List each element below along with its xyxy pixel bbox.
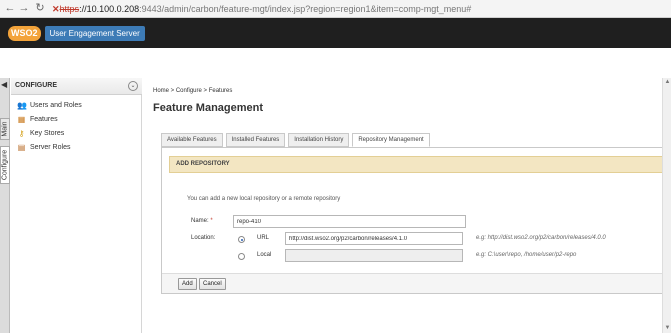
sidebar-item-label: Key Stores bbox=[30, 129, 65, 137]
insecure-lock-icon: ✕ bbox=[52, 4, 60, 14]
page-title: Feature Management bbox=[153, 102, 264, 114]
panel-header: ADD REPOSITORY bbox=[169, 156, 671, 173]
feature-tabs: Available Features Installed Features In… bbox=[161, 133, 433, 147]
local-path-input[interactable] bbox=[285, 249, 463, 262]
sidebar-item-label: Features bbox=[30, 115, 58, 123]
sidebar: CONFIGURE ⌄ 👥 Users and Roles ▦ Features… bbox=[11, 78, 142, 333]
tab-repository-management[interactable]: Repository Management bbox=[352, 133, 430, 147]
url-https: https bbox=[59, 4, 80, 14]
local-label: Local bbox=[257, 252, 272, 258]
chevron-down-icon[interactable]: ⌄ bbox=[128, 81, 138, 91]
collapse-arrow-icon[interactable]: ◀ bbox=[1, 80, 9, 90]
key-icon: ⚷ bbox=[18, 128, 25, 138]
back-arrow-icon[interactable]: ← bbox=[4, 2, 16, 15]
local-example: e.g: C:\user\repo, /home/user/p2-repo bbox=[476, 252, 577, 258]
app-header: WSO2 User Engagement Server bbox=[0, 18, 671, 48]
name-label-text: Name: bbox=[191, 218, 209, 224]
sidebar-title: CONFIGURE bbox=[15, 82, 57, 89]
features-icon: ▦ bbox=[17, 114, 26, 124]
browser-bar: ← → ↻ ✕https://10.100.0.208:9443/admin/c… bbox=[0, 0, 671, 18]
main-content: Home > Configure > Features Feature Mana… bbox=[143, 78, 671, 333]
tab-configure[interactable]: Configure bbox=[0, 146, 10, 184]
sidebar-item-key-stores[interactable]: ⚷ Key Stores bbox=[17, 127, 65, 139]
scroll-down-icon[interactable]: ▼ bbox=[663, 324, 671, 333]
address-bar[interactable]: ✕https://10.100.0.208:9443/admin/carbon/… bbox=[52, 3, 471, 15]
tab-configure-label: Configure bbox=[1, 149, 9, 181]
panel-title: ADD REPOSITORY bbox=[176, 161, 230, 167]
panel-hint: You can add a new local repository or a … bbox=[187, 196, 341, 202]
repository-name-input[interactable] bbox=[233, 215, 466, 228]
product-logo[interactable]: WSO2 User Engagement Server bbox=[8, 25, 145, 41]
wso2-logo: WSO2 bbox=[8, 25, 41, 41]
tab-main-label: Main bbox=[1, 121, 9, 137]
local-radio[interactable] bbox=[238, 253, 245, 260]
url-radio[interactable] bbox=[238, 236, 245, 243]
scrollbar[interactable]: ▲ ▼ bbox=[662, 78, 671, 333]
reload-icon[interactable]: ↻ bbox=[34, 2, 46, 15]
sidebar-item-features[interactable]: ▦ Features bbox=[17, 113, 58, 125]
tab-main[interactable]: Main bbox=[0, 118, 10, 140]
vertical-tab-strip: ◀ Main Configure bbox=[0, 78, 10, 333]
url-label: URL bbox=[257, 235, 270, 241]
tab-available-features[interactable]: Available Features bbox=[161, 133, 223, 147]
scroll-up-icon[interactable]: ▲ bbox=[663, 78, 671, 87]
sidebar-item-server-roles[interactable]: ▤ Server Roles bbox=[17, 141, 71, 153]
server-roles-icon: ▤ bbox=[17, 142, 26, 152]
required-mark: * bbox=[210, 218, 213, 224]
url-example: e.g: http://dist.wso2.org/p2/carbon/rele… bbox=[476, 235, 606, 241]
add-repository-panel: ADD REPOSITORY You can add a new local r… bbox=[161, 147, 671, 294]
url-input[interactable] bbox=[285, 232, 463, 245]
sidebar-header: CONFIGURE ⌄ bbox=[11, 78, 142, 95]
sidebar-item-label: Server Roles bbox=[30, 143, 71, 151]
button-bar: Add Cancel bbox=[162, 273, 670, 293]
product-name: User Engagement Server bbox=[44, 25, 145, 41]
tab-installed-features[interactable]: Installed Features bbox=[225, 133, 286, 147]
tab-installation-history[interactable]: Installation History bbox=[288, 133, 350, 147]
forward-arrow-icon[interactable]: → bbox=[18, 2, 30, 15]
name-label: Name: * bbox=[191, 218, 213, 224]
users-icon: 👥 bbox=[17, 100, 27, 110]
sidebar-item-users-and-roles[interactable]: 👥 Users and Roles bbox=[17, 99, 82, 111]
add-button[interactable]: Add bbox=[178, 278, 197, 290]
breadcrumb[interactable]: Home > Configure > Features bbox=[153, 88, 232, 94]
location-label: Location: bbox=[191, 235, 216, 241]
cancel-button[interactable]: Cancel bbox=[199, 278, 226, 290]
header-spacer bbox=[0, 48, 671, 76]
sidebar-item-label: Users and Roles bbox=[30, 101, 82, 109]
url-path: :9443/admin/carbon/feature-mgt/index.jsp… bbox=[139, 4, 472, 14]
url-host: ://10.100.0.208 bbox=[79, 4, 140, 14]
